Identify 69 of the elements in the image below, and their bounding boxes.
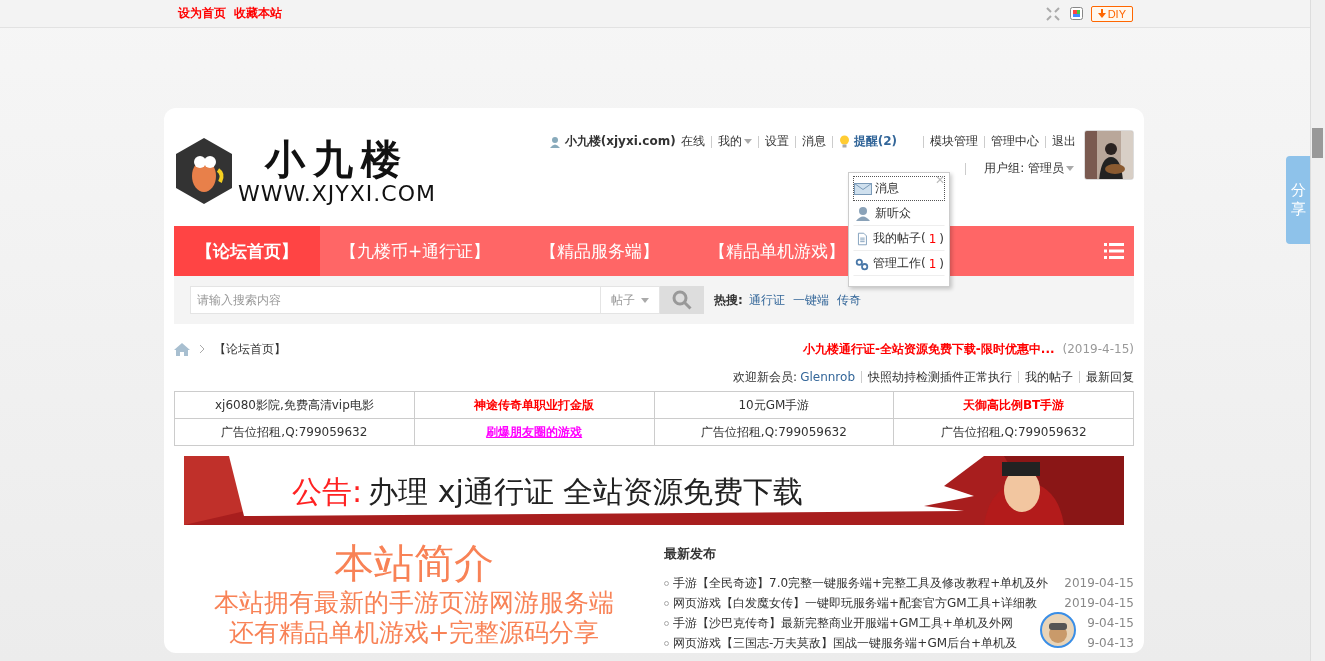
popup-item[interactable]: 我的帖子(1) [853,226,945,251]
palette-icon[interactable] [1069,7,1083,20]
notice-link[interactable]: 小九楼通行证-全站资源免费下载-限时优惠中... [802,340,1055,358]
quick-link[interactable]: 我的帖子 [1025,368,1073,386]
scrollbar[interactable] [1310,0,1325,661]
reminder-link[interactable]: 提醒(2) [853,133,897,150]
user-icon [548,135,561,148]
member-link[interactable]: Glennrob [800,370,855,384]
username-link[interactable]: 小九楼(xjyxi.com) [564,133,676,150]
caret-icon [1066,166,1074,171]
hot-search-link[interactable]: 一键端 [792,291,829,309]
search-button[interactable] [660,286,704,314]
user-menu-link[interactable]: 消息 [801,133,826,150]
admin-link[interactable]: 模块管理 [930,133,978,150]
menu-icon[interactable] [1104,243,1124,259]
top-link[interactable]: 收藏本站 [234,5,282,22]
logo-mascot-icon [174,136,234,206]
hot-search-link[interactable]: 传奇 [836,291,861,309]
banner-text: 公告: 办理 xj通行证 全站资源免费下载 [292,473,804,511]
avatar[interactable] [1084,130,1134,180]
shrink-icon[interactable] [1045,6,1060,21]
home-icon[interactable] [174,342,190,356]
ad-link[interactable]: xj6080影院,免费高清vip电影 [174,391,415,419]
welcome-label: 欢迎新会员: [733,368,798,386]
ad-link[interactable]: 10元GM手游 [654,391,894,419]
user-menu-link[interactable]: 设置 [764,133,789,150]
thread-link[interactable]: 手游【全民奇迹】7.0完整一键服务端+完整工具及修改教程+单机及外 [673,574,1049,592]
chevron-icon [199,344,205,354]
admin-link[interactable]: 管理中心 [991,133,1039,150]
envelope-icon [854,182,872,195]
hot-search-link[interactable]: 通行证 [748,291,785,309]
top-link[interactable]: 设为首页 [178,5,226,22]
ad-link[interactable]: 广告位招租,Q:799059632 [654,418,894,446]
thread-date: 2019-04-15 [1064,596,1134,610]
search-field[interactable]: 请输入搜索内容 [190,286,600,314]
latest-title: 最新发布 [664,545,717,563]
search-icon [672,290,692,310]
thread-date: 9-04-13 [1087,636,1134,650]
intro-text: 本站拥有最新的手游页游网游服务端 [214,589,614,617]
popup-item[interactable]: 管理工作(1) [853,251,945,276]
lightbulb-icon [838,134,850,149]
thread-link[interactable]: 网页游戏【三国志-万夫莫敌】国战一键服务端+GM后台+单机及 [673,634,1018,652]
ad-link[interactable]: 天御高比例BT手游 [893,391,1134,419]
caret-icon [743,139,752,144]
logo-title: 小九楼 [264,136,409,181]
download-arrow-icon [1097,9,1106,18]
admin-link[interactable]: 退出 [1052,133,1076,150]
caret-icon [641,297,649,303]
ad-link[interactable]: 广告位招租,Q:799059632 [174,418,415,446]
thread-date: 2019-04-15 [1064,576,1134,590]
user-menu-link[interactable]: 我的 [717,133,752,150]
intro-text: 还有精品单机游戏+完整源码分享 [228,619,600,647]
user-icon [854,206,872,221]
link-icon [854,256,870,271]
thread-date: 9-04-15 [1087,616,1134,630]
ad-link[interactable]: 神途传奇单职业打金版 [414,391,654,419]
ad-link[interactable]: 广告位招租,Q:799059632 [893,418,1134,446]
user-group-link[interactable]: 用户组: 管理员 [984,160,1074,177]
popup-item[interactable]: 新听众 [853,201,945,226]
logo-url: WWW.XJYXI.COM [238,180,436,206]
quick-link[interactable]: 快照劫持检测插件正常执行 [868,368,1012,386]
intro-title: 本站简介 [334,539,494,587]
hot-search-label: 热搜: [714,291,743,309]
online-status: 在线 [680,133,705,150]
thread-link[interactable]: 网页游戏【白发魔女传】一键即玩服务端+配套官方GM工具+详细教 [673,594,1037,612]
breadcrumb-current: 【论坛首页】 [214,340,286,358]
notice-date: (2019-4-15) [1062,342,1134,356]
thread-link[interactable]: 手游【沙巴克传奇】最新完整商业开服端+GM工具+单机及外网 [673,614,1013,632]
quick-link[interactable]: 最新回复 [1086,368,1134,386]
